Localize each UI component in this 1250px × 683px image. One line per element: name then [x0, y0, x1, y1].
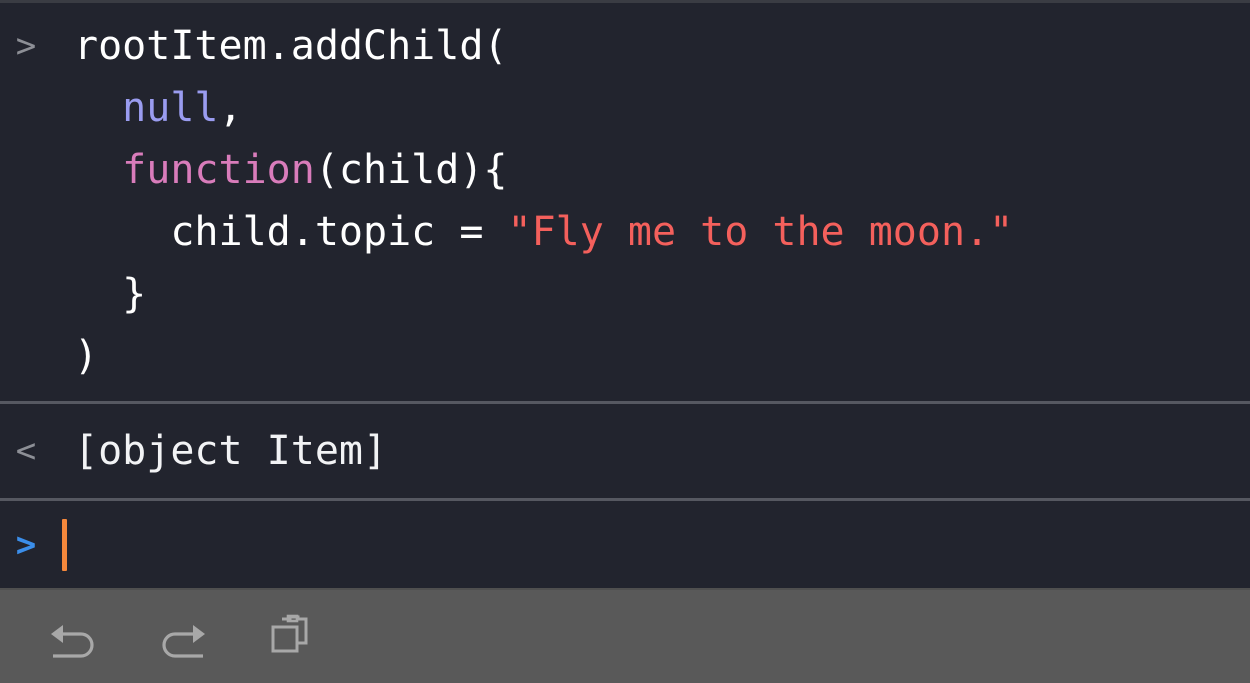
- input-prompt-icon: >: [15, 26, 37, 66]
- code-line: ): [0, 325, 1250, 387]
- gutter-spacer: [0, 263, 52, 325]
- gutter-spacer: [0, 77, 52, 139]
- output-value: [object Item]: [74, 428, 388, 474]
- bottom-toolbar: [0, 588, 1250, 683]
- undo-icon: [47, 615, 101, 659]
- code-line: child.topic = "Fly me to the moon.": [0, 201, 1250, 263]
- active-prompt-icon: >: [15, 524, 37, 565]
- code-line-text: null,: [52, 77, 1250, 139]
- code-token-plain: ): [74, 333, 99, 379]
- code-line: null,: [0, 77, 1250, 139]
- redo-icon: [155, 615, 209, 659]
- code-line-text: child.topic = "Fly me to the moon.": [52, 201, 1250, 263]
- output-prompt-icon: <: [15, 431, 37, 471]
- copy-icon: [266, 613, 314, 661]
- code-line-text: function(child){: [52, 139, 1250, 201]
- console-input[interactable]: [52, 501, 1250, 588]
- console-history-output-entry: < [object Item]: [0, 404, 1250, 498]
- text-caret: [62, 518, 67, 571]
- code-line: }: [0, 263, 1250, 325]
- gutter-spacer: [0, 325, 52, 387]
- code-line-text: }: [52, 263, 1250, 325]
- code-line-text: rootItem.addChild(: [52, 15, 1250, 77]
- code-token-plain: }: [122, 271, 147, 317]
- code-line: function(child){: [0, 139, 1250, 201]
- code-token-plain: ,: [218, 85, 243, 131]
- redo-button[interactable]: [154, 609, 210, 665]
- code-token-function: function: [122, 147, 315, 193]
- console-history-input-entry: > rootItem.addChild( null, function(chil…: [0, 3, 1250, 401]
- code-token-string: "Fly me to the moon.": [507, 209, 1014, 255]
- gutter-spacer: [0, 201, 52, 263]
- code-line: > rootItem.addChild(: [0, 15, 1250, 77]
- gutter-spacer: [0, 139, 52, 201]
- repl-console: > rootItem.addChild( null, function(chil…: [0, 0, 1250, 683]
- copy-button[interactable]: [262, 609, 318, 665]
- code-token-plain: (child){: [314, 147, 508, 193]
- code-token-plain: rootItem.addChild(: [74, 23, 508, 69]
- code-token-plain: child.topic =: [170, 209, 508, 255]
- code-token-keyword: null: [122, 85, 219, 131]
- code-line-text: ): [52, 325, 1250, 387]
- console-active-prompt[interactable]: >: [0, 501, 1250, 588]
- undo-button[interactable]: [46, 609, 102, 665]
